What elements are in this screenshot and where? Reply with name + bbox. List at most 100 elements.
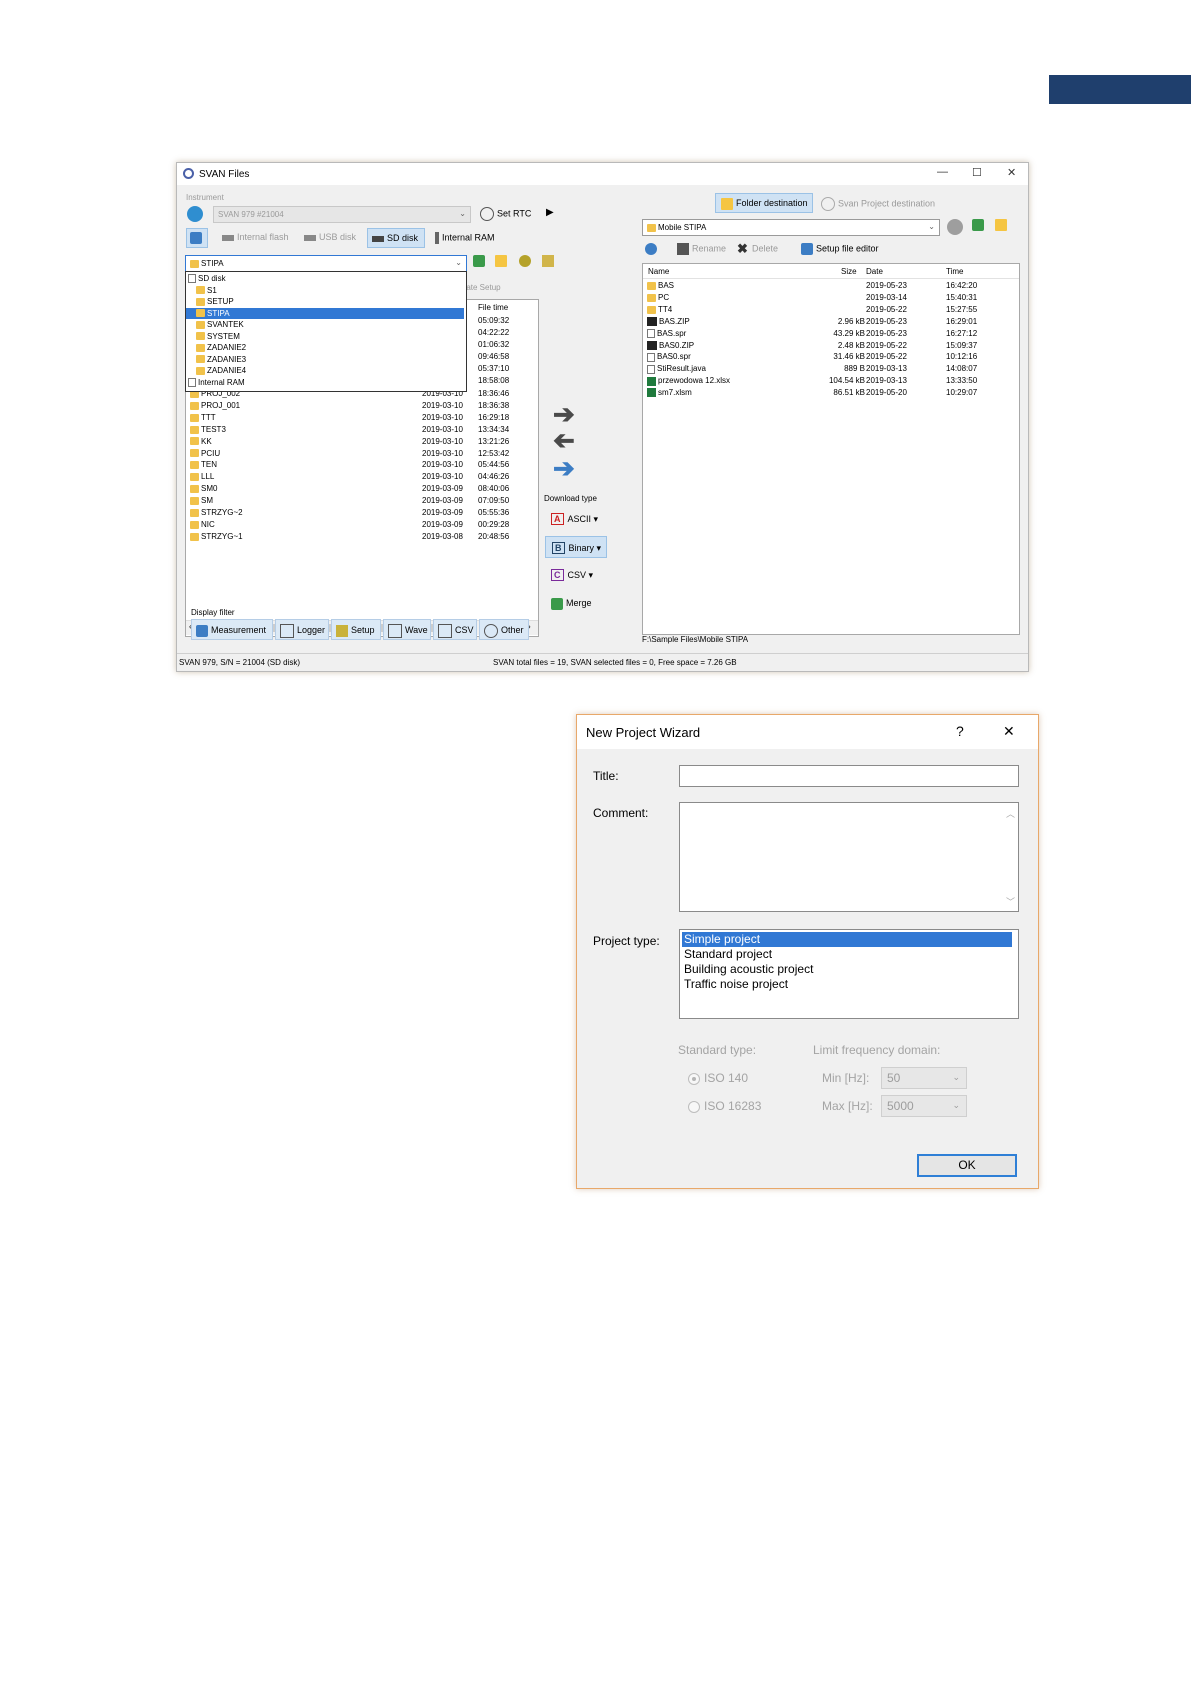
table-row[interactable]: NIC 2019-03-09 00:29:28 [186, 519, 538, 531]
new-folder-icon-right[interactable] [995, 219, 1010, 231]
folder-destination-tab[interactable]: Folder destination [715, 193, 813, 213]
right-file-list: Name Size Date Time BAS 2019-05-23 16:42:2… [642, 263, 1020, 635]
table-row[interactable]: TEN 2019-03-10 05:44:56 [186, 459, 538, 471]
binary-button[interactable]: B Binary ▾ [545, 536, 607, 558]
new-folder-icon[interactable] [495, 255, 510, 267]
dropdown-item[interactable]: SYSTEM [186, 331, 464, 342]
cell-time: 15:09:37 [946, 340, 978, 350]
instrument-view-button[interactable] [186, 228, 208, 248]
file-name-label: TEN [201, 460, 217, 470]
table-row[interactable]: STRZYG~2 2019-03-09 05:55:36 [186, 507, 538, 519]
project-type-item[interactable]: Traffic noise project [682, 977, 1012, 992]
dropdown-item[interactable]: SETUP [186, 296, 464, 307]
max-hz-select[interactable]: 5000 ⌄ [881, 1095, 967, 1117]
up-folder-icon[interactable] [473, 255, 488, 267]
table-row[interactable]: PCIU 2019-03-10 12:53:42 [186, 448, 538, 460]
maximize-icon[interactable]: ☐ [972, 166, 982, 179]
table-row[interactable]: KK 2019-03-10 13:21:26 [186, 436, 538, 448]
list-item[interactable]: BAS0.ZIP 2.48 kB 2019-05-22 15:09:37 [643, 340, 1019, 352]
list-item[interactable]: sm7.xlsm 86.51 kB 2019-05-20 10:29:07 [643, 387, 1019, 399]
refresh-folder-icon[interactable] [519, 255, 534, 267]
dropdown-item[interactable]: SVANTEK [186, 319, 464, 330]
close-icon[interactable]: ✕ [1003, 723, 1015, 740]
filter-setup[interactable]: Setup [331, 619, 381, 640]
scroll-up-icon[interactable]: ︿ [1006, 807, 1015, 820]
time-header[interactable]: Time [946, 267, 963, 276]
list-item[interactable]: PC 2019-03-14 15:40:31 [643, 292, 1019, 304]
table-row[interactable]: PROJ_001 2019-03-10 18:36:38 [186, 400, 538, 412]
folder-dropdown[interactable]: SD disk S1 SETUP STIPA SVANTEK SYSTEM ZADANIE2… [185, 271, 467, 392]
move-arrow-icon[interactable]: ➔ [553, 453, 575, 484]
set-rtc-button[interactable]: Set RTC [480, 207, 531, 221]
scroll-down-icon[interactable]: ﹀ [1006, 895, 1015, 908]
list-item[interactable]: StiResult.java 889 B 2019-03-13 14:08:07 [643, 363, 1019, 375]
tab-sd-disk[interactable]: SD disk [367, 228, 425, 248]
refresh-icon[interactable] [645, 243, 660, 255]
up-folder-icon-right[interactable] [972, 219, 987, 231]
tab-internal-ram[interactable]: Internal RAM [435, 232, 495, 244]
list-item[interactable]: BAS0.spr 31.46 kB 2019-05-22 10:12:16 [643, 351, 1019, 363]
min-hz-select[interactable]: 50 ⌄ [881, 1067, 967, 1089]
iso-140-radio[interactable]: ISO 140 [688, 1071, 748, 1085]
setup-file-editor-button[interactable]: Setup file editor [801, 243, 879, 255]
close-icon[interactable]: ✕ [1007, 166, 1016, 179]
instrument-combo[interactable]: SVAN 979 #21004 ⌄ [213, 206, 471, 223]
list-item[interactable]: BAS 2019-05-23 16:42:20 [643, 280, 1019, 292]
project-type-item[interactable]: Simple project [682, 932, 1012, 947]
right-list-header: Name Size Date Time [643, 264, 1019, 279]
filter-other[interactable]: Other [479, 619, 529, 640]
tab-internal-flash[interactable]: Internal flash [222, 232, 289, 242]
table-row[interactable]: SM0 2019-03-09 08:40:06 [186, 483, 538, 495]
status-bar: SVAN 979, S/N = 21004 (SD disk) SVAN tot… [177, 653, 1028, 672]
file-name-label: BAS.spr [657, 328, 687, 338]
table-row[interactable]: TTT 2019-03-10 16:29:18 [186, 412, 538, 424]
tab-usb-disk[interactable]: USB disk [304, 232, 356, 242]
list-item[interactable]: BAS.spr 43.29 kB 2019-05-23 16:27:12 [643, 328, 1019, 340]
filter-csv[interactable]: CSV [433, 619, 477, 640]
list-item[interactable]: BAS.ZIP 2.96 kB 2019-05-23 16:29:01 [643, 316, 1019, 328]
table-row[interactable]: TEST3 2019-03-10 13:34:34 [186, 424, 538, 436]
copy-left-arrow-icon[interactable]: ➔ [553, 425, 575, 456]
dropdown-item[interactable]: Internal RAM [186, 377, 464, 388]
name-header[interactable]: Name [648, 267, 669, 276]
play-icon[interactable]: ▶ [546, 207, 554, 218]
project-type-list[interactable]: Simple project Standard project Building a… [679, 929, 1019, 1019]
table-row[interactable]: LLL 2019-03-10 04:46:26 [186, 471, 538, 483]
filter-wave[interactable]: Wave [383, 619, 431, 640]
minimize-icon[interactable]: — [937, 166, 948, 178]
back-icon[interactable] [947, 219, 963, 235]
cell-time: 16:29:01 [946, 316, 978, 326]
dropdown-item[interactable]: S1 [186, 285, 464, 296]
table-row[interactable]: STRZYG~1 2019-03-08 20:48:56 [186, 531, 538, 543]
file-time-header[interactable]: File time [478, 302, 508, 315]
folder-combo[interactable]: STIPA ⌄ [185, 255, 467, 272]
comment-textarea[interactable]: ︿ ﹀ [679, 802, 1019, 912]
rename-button[interactable]: Rename [677, 243, 726, 255]
destination-combo[interactable]: Mobile STIPA ⌄ [642, 219, 940, 236]
date-header-right[interactable]: Date [866, 267, 883, 276]
svan-project-destination-tab[interactable]: Svan Project destination [821, 197, 935, 211]
filter-logger[interactable]: Logger [275, 619, 329, 640]
csv-button[interactable]: C CSV ▾ [545, 564, 607, 586]
comment-scrollbar[interactable]: ︿ ﹀ [1002, 803, 1018, 911]
dropdown-item[interactable]: ZADANIE2 [186, 342, 464, 353]
delete-button[interactable]: ✖ Delete [737, 242, 778, 255]
filter-measurement[interactable]: Measurement [191, 619, 273, 640]
table-row[interactable]: SM 2019-03-09 07:09:50 [186, 495, 538, 507]
settings-folder-icon[interactable] [542, 255, 557, 267]
project-type-item[interactable]: Standard project [682, 947, 1012, 962]
merge-button[interactable]: Merge [545, 592, 607, 614]
dropdown-item[interactable]: ZADANIE4 [186, 365, 464, 376]
project-type-item[interactable]: Building acoustic project [682, 962, 1012, 977]
list-item[interactable]: przewodowa 12.xlsx 104.54 kB 2019-03-13 13:… [643, 375, 1019, 387]
ok-button[interactable]: OK [917, 1154, 1017, 1177]
dropdown-item[interactable]: SD disk [186, 273, 464, 284]
dropdown-item[interactable]: ZADANIE3 [186, 354, 464, 365]
size-header[interactable]: Size [841, 267, 857, 276]
dropdown-item[interactable]: STIPA [186, 307, 464, 319]
help-icon[interactable]: ? [956, 723, 964, 739]
iso-16283-radio[interactable]: ISO 16283 [688, 1099, 761, 1113]
ascii-button[interactable]: A ASCII ▾ [545, 508, 607, 530]
list-item[interactable]: TT4 2019-05-22 15:27:55 [643, 304, 1019, 316]
title-input[interactable] [679, 765, 1019, 787]
